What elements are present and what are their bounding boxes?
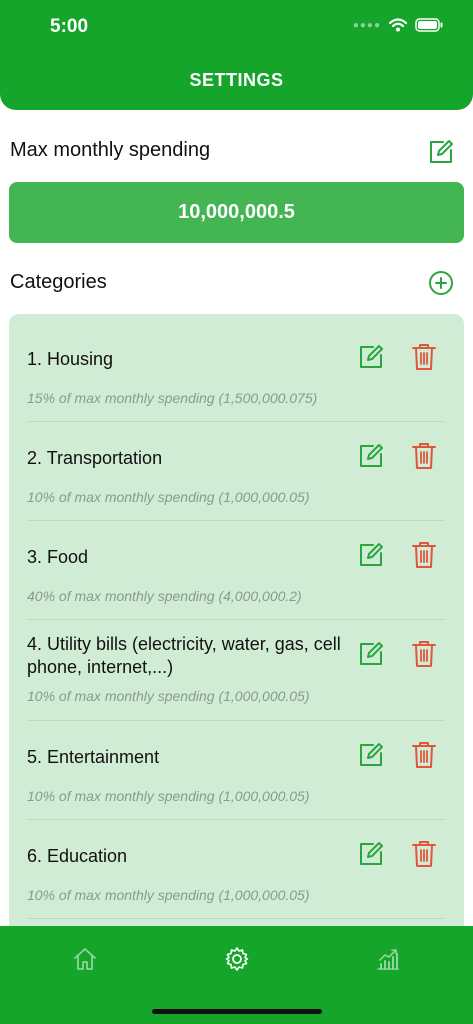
category-detail: 10% of max monthly spending (1,000,000.0… [27, 788, 310, 804]
delete-category-button[interactable] [411, 342, 437, 377]
delete-category-button[interactable] [411, 540, 437, 575]
edit-icon [360, 345, 383, 368]
edit-icon [360, 743, 383, 766]
category-item[interactable]: 4. Utility bills (electricity, water, ga… [27, 620, 445, 721]
category-item[interactable]: 3. Food 40% of max monthly spending (4,0… [27, 521, 445, 620]
edit-icon [430, 140, 453, 163]
category-item[interactable]: 5. Entertainment 10% of max monthly spen… [27, 721, 445, 820]
trash-icon [412, 841, 436, 867]
max-spending-value[interactable]: 10,000,000.5 [9, 182, 464, 243]
edit-category-button[interactable] [357, 741, 385, 774]
category-detail: 10% of max monthly spending (1,000,000.0… [27, 489, 310, 505]
wifi-icon [389, 18, 407, 32]
trash-icon [412, 542, 436, 568]
category-item[interactable]: 2. Transportation 10% of max monthly spe… [27, 422, 445, 521]
trash-icon [412, 742, 436, 768]
battery-icon [415, 18, 443, 32]
add-circle-icon [429, 271, 453, 295]
edit-category-button[interactable] [357, 442, 385, 475]
trash-icon [412, 641, 436, 667]
page-title: SETTINGS [189, 70, 284, 90]
header: 5:00 ●●●● SETTINGS [0, 0, 473, 110]
categories-label: Categories [10, 271, 107, 293]
gear-icon [225, 947, 249, 971]
delete-category-button[interactable] [411, 639, 437, 674]
chart-icon [377, 949, 399, 970]
tab-statistics[interactable] [373, 944, 403, 974]
signal-icon: ●●●● [352, 19, 381, 31]
home-indicator [152, 1009, 322, 1014]
category-item[interactable]: 1. Housing 15% of max monthly spending (… [27, 326, 445, 422]
category-name: 3. Food [27, 547, 89, 567]
add-category-button[interactable] [427, 269, 455, 297]
category-name: 4. Utility bills (electricity, water, ga… [27, 634, 341, 677]
status-time: 5:00 [50, 16, 89, 37]
category-detail: 15% of max monthly spending (1,500,000.0… [27, 390, 318, 406]
edit-category-button[interactable] [357, 541, 385, 574]
tab-settings[interactable] [222, 944, 252, 974]
edit-category-button[interactable] [357, 343, 385, 376]
edit-icon [360, 543, 383, 566]
trash-icon [412, 344, 436, 370]
max-spending-label: Max monthly spending [10, 139, 211, 161]
edit-category-button[interactable] [357, 840, 385, 873]
delete-category-button[interactable] [411, 839, 437, 874]
category-name: 1. Housing [27, 349, 114, 369]
edit-icon [360, 642, 383, 665]
tab-home[interactable] [70, 944, 100, 974]
trash-icon [412, 443, 436, 469]
categories-list: 1. Housing 15% of max monthly spending (… [9, 314, 464, 954]
category-name: 5. Entertainment [27, 747, 160, 767]
home-icon [74, 948, 96, 970]
edit-max-spending-button[interactable] [426, 137, 456, 167]
category-name: 2. Transportation [27, 448, 163, 468]
delete-category-button[interactable] [411, 740, 437, 775]
edit-icon [360, 444, 383, 467]
category-detail: 10% of max monthly spending (1,000,000.0… [27, 887, 310, 903]
category-name: 6. Education [27, 846, 128, 866]
delete-category-button[interactable] [411, 441, 437, 476]
category-detail: 10% of max monthly spending (1,000,000.0… [27, 688, 310, 704]
edit-icon [360, 842, 383, 865]
category-item[interactable]: 6. Education 10% of max monthly spending… [27, 820, 445, 919]
status-icons: ●●●● [353, 18, 443, 32]
category-detail: 40% of max monthly spending (4,000,000.2… [27, 588, 302, 604]
edit-category-button[interactable] [357, 640, 385, 673]
